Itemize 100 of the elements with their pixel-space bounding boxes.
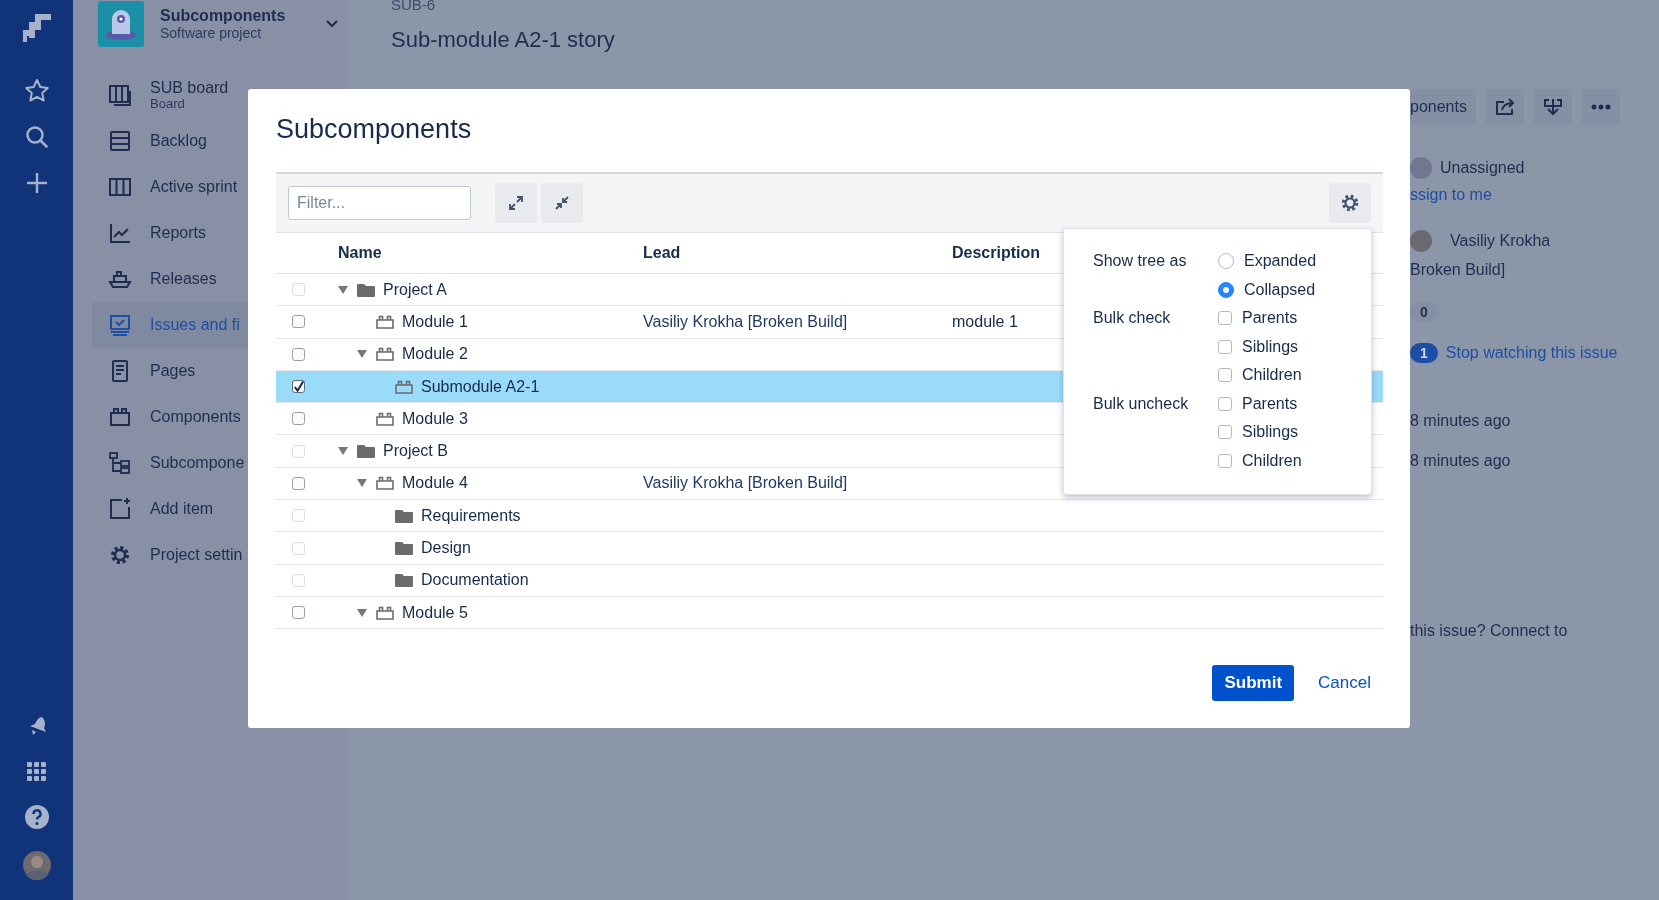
item-label: Backlog (150, 132, 207, 150)
cancel-link[interactable]: Cancel (1306, 673, 1383, 693)
item-label: Components (150, 408, 241, 426)
option-label: Siblings (1242, 337, 1299, 356)
collapse-icon (554, 195, 570, 211)
help-icon[interactable] (23, 804, 50, 830)
search-icon[interactable] (23, 124, 50, 150)
setting-label: Show tree as (1093, 251, 1188, 271)
vote-count[interactable]: 0 (1410, 302, 1438, 322)
folder-icon (357, 282, 375, 297)
avatar-icon (1410, 230, 1432, 252)
download-icon (1542, 97, 1563, 117)
item-name: Module 3 (402, 409, 468, 428)
item-sublabel: Board (150, 96, 186, 111)
gear-icon (108, 543, 132, 567)
toolbar-button[interactable]: ponents (1410, 89, 1476, 125)
item-label: Active sprint (150, 178, 238, 196)
expand-all-button[interactable] (495, 183, 537, 223)
project-type: Software project (160, 25, 263, 41)
column-header[interactable]: Lead (643, 233, 952, 274)
more-button[interactable] (1581, 89, 1620, 125)
table-cell: Vasiliy Krokha [Broken Build] (643, 305, 952, 339)
checkbox[interactable] (1218, 453, 1232, 468)
share-button[interactable] (1485, 89, 1524, 125)
issue-key[interactable]: SUB-6 (391, 0, 1410, 13)
chevron-down-icon[interactable] (326, 20, 338, 28)
settings-button[interactable] (1329, 183, 1371, 223)
item-name: Module 4 (402, 474, 468, 493)
item-label: Project settin (150, 546, 243, 564)
component-icon (376, 476, 394, 491)
item-name: Submodule A2-1 (421, 377, 540, 396)
backlog-icon (108, 129, 132, 153)
star-icon[interactable] (23, 78, 50, 104)
checkbox[interactable] (1218, 339, 1232, 354)
component-icon (395, 379, 413, 394)
watcher-count[interactable]: 1 (1410, 343, 1438, 363)
item-label: Releases (150, 270, 217, 288)
component-icon (376, 411, 394, 426)
more-icon (1590, 104, 1611, 110)
option-label: Parents (1242, 309, 1298, 328)
option-label: Expanded (1244, 252, 1317, 271)
folder-icon (357, 444, 375, 459)
component-icon (376, 605, 394, 620)
folder-icon (395, 508, 413, 523)
issue-title: Sub-module A2-1 story (391, 27, 616, 53)
item-name: Module 1 (402, 312, 468, 331)
item-name: Module 2 (402, 345, 468, 364)
item-label: Reports (150, 224, 207, 242)
avatar-icon[interactable] (21, 850, 52, 880)
updated-time: 8 minutes ago (1410, 452, 1511, 470)
item-label: Add item (150, 500, 214, 518)
filter-field[interactable]: Filter... (288, 186, 471, 220)
item-name: Project B (383, 442, 448, 461)
avatar-icon (1410, 157, 1432, 179)
item-name: Project A (383, 280, 448, 299)
item-name: Requirements (421, 506, 521, 525)
settings-icon (1340, 193, 1360, 213)
monitor-check-icon (108, 313, 132, 337)
setting-label: Bulk check (1093, 308, 1172, 328)
created-time: 8 minutes ago (1410, 412, 1511, 430)
item-name: Design (421, 539, 471, 557)
check-icon (293, 380, 304, 393)
share-icon (1494, 98, 1515, 116)
item-label: Subcompone (150, 454, 245, 472)
option-label: Children (1242, 451, 1302, 470)
columns-icon (108, 175, 132, 199)
hierarchy-icon (108, 451, 132, 475)
checkbox[interactable] (1218, 311, 1232, 326)
item-label: Pages (150, 362, 196, 380)
radio-button[interactable] (1218, 253, 1234, 270)
folder-icon (395, 541, 413, 555)
add-page-icon (108, 497, 132, 521)
component-icon (108, 405, 132, 429)
project-name: Subcomponents (160, 7, 287, 25)
item-name: Documentation (421, 571, 529, 590)
logo-icon[interactable] (20, 12, 53, 44)
checkbox[interactable] (1218, 368, 1232, 383)
download-button[interactable] (1533, 89, 1572, 125)
radio-button[interactable] (1218, 281, 1234, 298)
checkbox[interactable] (1218, 396, 1232, 411)
board-icon (108, 83, 132, 107)
item-label: SUB board (150, 79, 229, 97)
checkbox[interactable] (1218, 425, 1232, 440)
assignee-name: Unassigned (1440, 159, 1525, 177)
connect-text: this issue? Connect to (1410, 622, 1568, 640)
expand-icon (508, 195, 524, 211)
reporter-name: Vasiliy Krokha (1450, 232, 1551, 250)
submit-button[interactable]: Submit (1212, 665, 1295, 701)
item-name: Module 5 (402, 603, 468, 622)
column-header[interactable]: Name (338, 233, 643, 274)
folder-icon (395, 573, 413, 588)
option-label: Collapsed (1244, 280, 1316, 299)
project-avatar-icon[interactable] (98, 1, 144, 47)
reporter-note: Broken Build] (1410, 261, 1506, 279)
item-label: Issues and fi (150, 316, 240, 334)
table-cell: Vasiliy Krokha [Broken Build] (643, 467, 952, 500)
component-icon (376, 347, 394, 362)
collapse-all-button[interactable] (541, 183, 583, 223)
apps-grid-icon[interactable] (24, 760, 49, 784)
chart-icon (108, 221, 132, 245)
